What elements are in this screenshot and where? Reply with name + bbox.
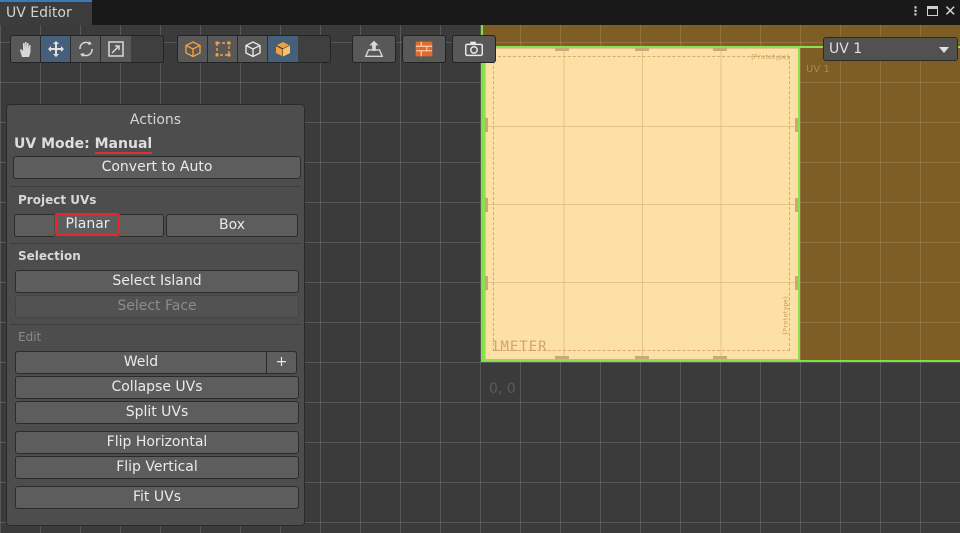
screenshot-button[interactable] (452, 35, 496, 63)
texture-meter-label: 1METER (491, 339, 548, 355)
brick-texture-icon (415, 41, 433, 57)
edge-tick (555, 48, 569, 51)
export-uv-icon (364, 40, 384, 58)
divider (10, 243, 301, 244)
project-uvs-heading: Project UVs (18, 193, 97, 207)
uv-island-inner-border (493, 56, 790, 351)
edge-tick (795, 198, 798, 212)
chevron-down-icon (939, 47, 949, 53)
edge-tick (485, 118, 488, 132)
selection-heading: Selection (18, 249, 81, 263)
weld-options-button[interactable]: + (266, 351, 297, 374)
divider (10, 324, 301, 325)
edit-heading: Edit (18, 330, 42, 344)
edge-tick (795, 276, 798, 290)
face-select-icon[interactable] (238, 36, 268, 62)
window-controls: ⋮ ✕ (909, 3, 957, 19)
edge-select-icon[interactable] (208, 36, 238, 62)
faint-uv-label: UV 1 (806, 64, 830, 75)
edge-tick (485, 276, 488, 290)
texture-toggle-button[interactable] (402, 35, 446, 63)
vertex-select-icon[interactable] (178, 36, 208, 62)
uv-island[interactable]: {Prototype} {Prototype} 1METER (483, 46, 800, 361)
select-mode-group (177, 35, 331, 63)
collapse-uvs-button[interactable]: Collapse UVs (15, 376, 299, 399)
split-uvs-button[interactable]: Split UVs (15, 401, 299, 424)
title-bar: UV Editor ⋮ ✕ (0, 0, 960, 25)
weld-button[interactable]: Weld (15, 351, 267, 374)
box-button[interactable]: Box (166, 214, 298, 237)
flip-horizontal-button[interactable]: Flip Horizontal (15, 431, 299, 454)
uv-channel-value: UV 1 (829, 41, 863, 57)
edge-tick (795, 118, 798, 132)
select-face-button[interactable]: Select Face (15, 295, 299, 318)
close-icon[interactable]: ✕ (944, 3, 957, 19)
planar-button[interactable]: Planar (55, 213, 120, 236)
camera-icon (465, 41, 483, 57)
edge-tick (635, 356, 649, 359)
flip-vertical-button[interactable]: Flip Vertical (15, 456, 299, 479)
tab-uv-editor[interactable]: UV Editor (0, 0, 92, 25)
fit-uvs-button[interactable]: Fit UVs (15, 486, 299, 509)
convert-to-auto-button[interactable]: Convert to Auto (13, 156, 301, 179)
object-select-icon[interactable] (268, 36, 298, 62)
uv-channel-dropdown[interactable]: UV 1 (823, 37, 958, 61)
planar-button-left-edge (14, 214, 54, 237)
maximize-icon[interactable] (927, 6, 938, 16)
edge-tick (713, 356, 727, 359)
uv-mode-label: UV Mode: (14, 136, 90, 152)
panel-title: Actions (129, 112, 182, 128)
actions-panel: Actions UV Mode: Manual Convert to Auto … (6, 104, 305, 526)
select-island-button[interactable]: Select Island (15, 270, 299, 293)
export-uv-button[interactable] (352, 35, 396, 63)
transform-tool-group (10, 35, 164, 63)
edge-tick (485, 198, 488, 212)
planar-button-right-edge (120, 214, 164, 237)
edge-tick (713, 48, 727, 51)
more-options-icon[interactable]: ⋮ (909, 3, 922, 19)
edge-tick (635, 48, 649, 51)
divider (10, 186, 301, 187)
uv-mode-row: UV Mode: Manual (14, 136, 153, 154)
edge-tick (555, 356, 569, 359)
prototype-label: {Prototype} (750, 54, 790, 61)
scale-icon[interactable] (101, 36, 131, 62)
origin-coordinate-label: 0, 0 (489, 381, 516, 397)
uv-mode-value: Manual (94, 136, 153, 154)
prototype-label-vertical: {Prototype} (782, 295, 790, 336)
move-icon[interactable] (41, 36, 71, 62)
hand-icon[interactable] (11, 36, 41, 62)
rotate-icon[interactable] (71, 36, 101, 62)
